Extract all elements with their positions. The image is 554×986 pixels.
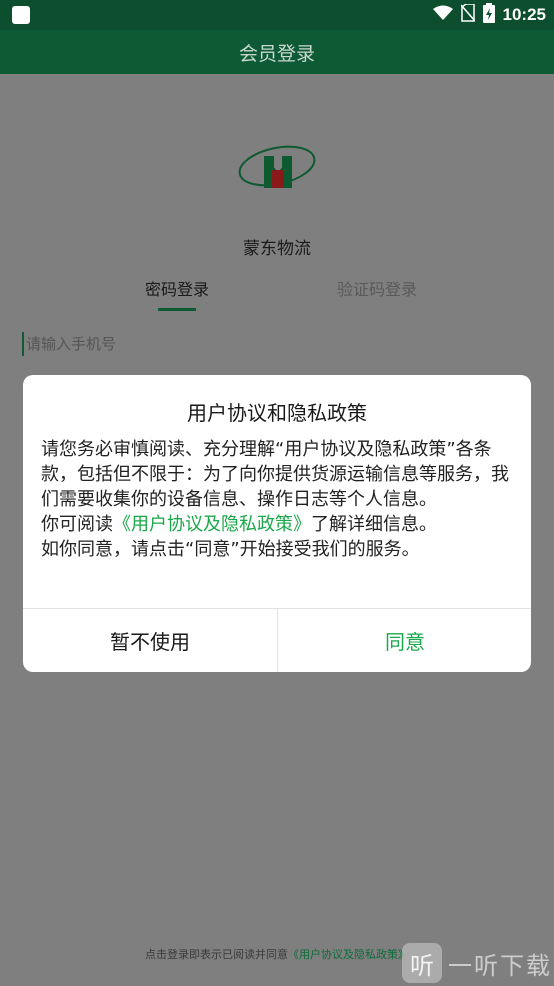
decline-button[interactable]: 暂不使用 xyxy=(23,609,277,672)
dialog-paragraph: 请您务必审慎阅读、充分理解“用户协议及隐私政策”各条款，包括但不限于：为了向你提… xyxy=(41,439,509,510)
dialog-text: 你可阅读 xyxy=(41,514,113,535)
agreement-notice-text: 点击登录即表示已阅读并同意 xyxy=(145,948,288,961)
phone-input[interactable]: 请输入手机号 xyxy=(22,332,322,356)
app-bar: 会员登录 xyxy=(0,30,554,74)
status-icons: 10:25 xyxy=(432,3,546,27)
privacy-dialog: 用户协议和隐私政策 请您务必审慎阅读、充分理解“用户协议及隐私政策”各条款，包括… xyxy=(23,375,531,672)
dialog-title: 用户协议和隐私政策 xyxy=(187,401,367,425)
dialog-text: 了解详细信息。 xyxy=(311,514,437,535)
dialog-body: 请您务必审慎阅读、充分理解“用户协议及隐私政策”各条款，包括但不限于：为了向你提… xyxy=(41,437,517,562)
page-title: 会员登录 xyxy=(238,42,315,65)
agreement-link[interactable]: 《用户协议及隐私政策》 xyxy=(288,948,409,961)
battery-icon xyxy=(482,3,495,27)
app-notification-icon xyxy=(12,6,30,24)
policy-link[interactable]: 《用户协议及隐私政策》 xyxy=(113,514,311,535)
company-logo xyxy=(238,142,316,192)
wifi-icon xyxy=(432,5,453,25)
agree-button[interactable]: 同意 xyxy=(278,609,532,672)
login-tabs: 密码登录 验证码登录 xyxy=(0,276,554,312)
tab-code-login[interactable]: 验证码登录 xyxy=(337,276,417,300)
tab-password-login[interactable]: 密码登录 xyxy=(145,276,209,300)
clock: 10:25 xyxy=(502,5,546,24)
no-sim-icon xyxy=(459,3,476,26)
watermark: 听 一听下载 xyxy=(394,940,554,986)
watermark-badge: 听 xyxy=(402,943,442,983)
watermark-text: 一听下载 xyxy=(448,951,552,980)
dialog-paragraph-link-line: 你可阅读《用户协议及隐私政策》了解详细信息。 xyxy=(41,512,517,537)
active-tab-indicator xyxy=(158,308,196,311)
company-name: 蒙东物流 xyxy=(243,239,311,259)
status-bar: 10:25 xyxy=(0,0,554,30)
dialog-paragraph: 如你同意，请点击“同意”开始接受我们的服务。 xyxy=(41,539,420,560)
